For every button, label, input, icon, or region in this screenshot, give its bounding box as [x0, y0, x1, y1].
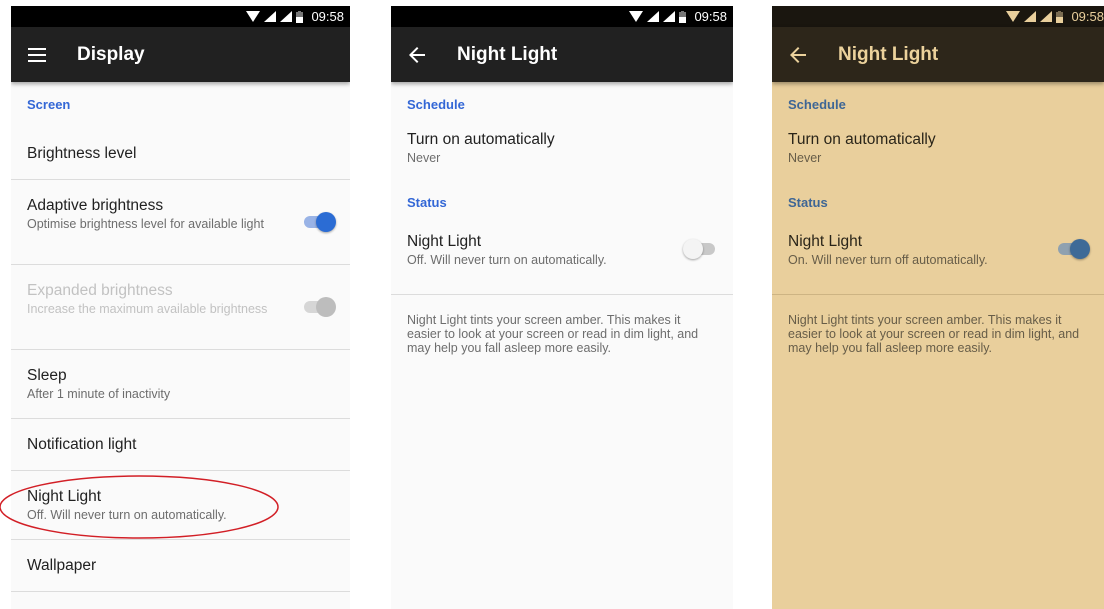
wifi-icon — [629, 11, 644, 22]
clock: 09:58 — [311, 9, 344, 24]
turn-on-automatically-item[interactable]: Turn on automatically Never — [391, 128, 733, 183]
item-subtitle: After 1 minute of inactivity — [27, 387, 171, 401]
item-title: Adaptive brightness — [27, 197, 164, 214]
turn-on-automatically-item[interactable]: Turn on automatically Never — [772, 128, 1104, 183]
night-light-toggle-item[interactable]: Night Light Off. Will never turn on auto… — [391, 223, 733, 295]
item-subtitle: Optimise brightness level for available … — [27, 217, 264, 231]
cell-signal-icon — [663, 11, 676, 22]
battery-icon — [296, 10, 304, 23]
page-title: Night Light — [457, 43, 558, 65]
item-subtitle: Never — [788, 151, 822, 165]
back-arrow-icon[interactable] — [403, 41, 431, 69]
section-header-schedule: Schedule — [788, 97, 846, 112]
app-bar: Display — [11, 27, 350, 82]
item-subtitle: Never — [407, 151, 441, 165]
display-settings-screen: 09:58 Display Screen Brightness level Ad… — [11, 6, 350, 609]
brightness-level-item[interactable]: Brightness level — [11, 128, 350, 180]
section-header-screen: Screen — [27, 97, 71, 112]
item-title: Brightness level — [27, 144, 137, 162]
adaptive-brightness-item[interactable]: Adaptive brightness Optimise brightness … — [11, 180, 350, 265]
section-header-schedule: Schedule — [407, 97, 465, 112]
cell-signal-icon — [264, 11, 277, 22]
sleep-item[interactable]: Sleep After 1 minute of inactivity — [11, 350, 350, 419]
expanded-brightness-toggle — [302, 297, 336, 317]
clock: 09:58 — [1071, 9, 1104, 24]
cell-signal-icon — [1040, 11, 1053, 22]
status-bar: 09:58 — [772, 6, 1104, 27]
item-subtitle: Off. Will never turn on automatically. — [407, 253, 607, 267]
page-title: Display — [77, 43, 145, 65]
item-title: Turn on automatically — [788, 131, 936, 148]
wifi-icon — [246, 11, 261, 22]
battery-icon — [679, 10, 687, 23]
section-header-status: Status — [788, 195, 828, 210]
night-light-item[interactable]: Night Light Off. Will never turn on auto… — [11, 471, 350, 540]
app-bar: Night Light — [772, 27, 1104, 82]
section-header-status: Status — [407, 195, 447, 210]
item-subtitle: Increase the maximum available brightnes… — [27, 302, 268, 316]
item-title: Night Light — [407, 233, 482, 250]
cell-signal-icon — [1024, 11, 1037, 22]
item-title: Sleep — [27, 367, 67, 384]
night-light-toggle[interactable] — [683, 238, 717, 259]
menu-icon[interactable] — [23, 41, 51, 69]
status-bar: 09:58 — [391, 6, 733, 27]
item-title: Notification light — [27, 435, 137, 453]
wallpaper-item[interactable]: Wallpaper — [11, 540, 350, 592]
cell-signal-icon — [647, 11, 660, 22]
wifi-icon — [1006, 11, 1021, 22]
night-light-screen-on: 09:58 Night Light Schedule Turn on autom… — [772, 6, 1104, 609]
status-bar: 09:58 — [11, 6, 350, 27]
night-light-description: Night Light tints your screen amber. Thi… — [407, 313, 699, 355]
item-title: Wallpaper — [27, 556, 97, 574]
app-bar: Night Light — [391, 27, 733, 82]
night-light-toggle[interactable] — [1056, 238, 1090, 259]
item-title: Night Light — [788, 233, 863, 250]
night-light-toggle-item[interactable]: Night Light On. Will never turn off auto… — [772, 223, 1104, 295]
night-light-description: Night Light tints your screen amber. Thi… — [788, 313, 1080, 355]
adaptive-brightness-toggle[interactable] — [302, 212, 336, 232]
item-subtitle: On. Will never turn off automatically. — [788, 253, 988, 267]
item-subtitle: Off. Will never turn on automatically. — [27, 508, 227, 522]
item-title: Expanded brightness — [27, 282, 173, 299]
clock: 09:58 — [694, 9, 727, 24]
night-light-screen-off: 09:58 Night Light Schedule Turn on autom… — [391, 6, 733, 609]
cell-signal-icon — [280, 11, 293, 22]
back-arrow-icon[interactable] — [784, 41, 812, 69]
notification-light-item[interactable]: Notification light — [11, 419, 350, 471]
item-title: Turn on automatically — [407, 131, 555, 148]
page-title: Night Light — [838, 43, 939, 65]
item-title: Night Light — [27, 488, 102, 505]
battery-icon — [1056, 10, 1064, 23]
expanded-brightness-item: Expanded brightness Increase the maximum… — [11, 265, 350, 350]
